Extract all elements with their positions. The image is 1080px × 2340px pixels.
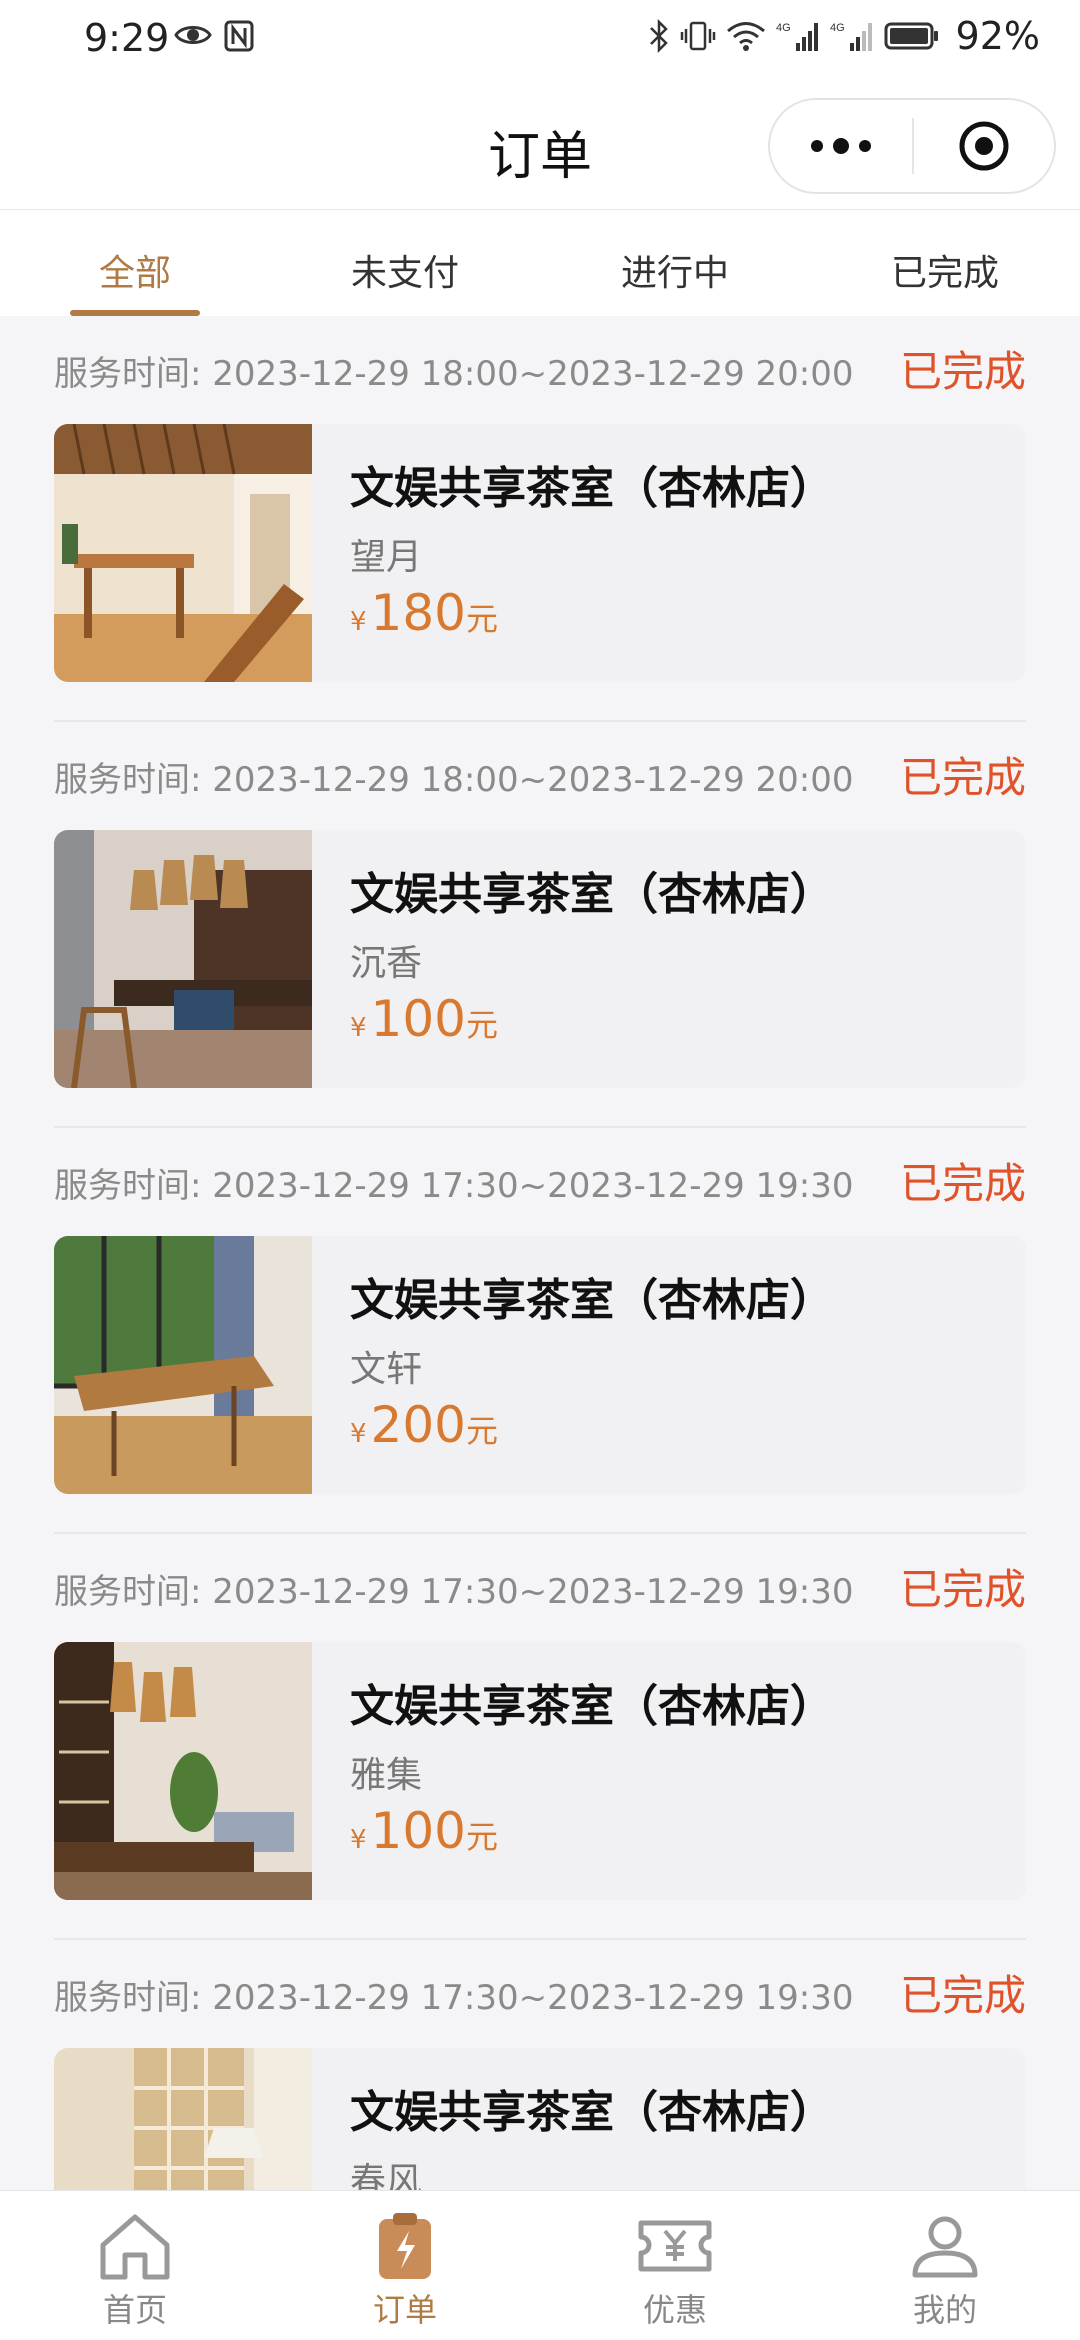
currency-symbol: ¥ [350, 1825, 367, 1855]
tab-label: 已完成 [890, 253, 999, 294]
room-name: 雅集 [350, 1755, 423, 1796]
service-time: 服务时间: 2023-12-29 17:30~2023-12-29 19:30 [54, 1166, 854, 1206]
order-card[interactable]: 文娱共享茶室（杏林店） 雅集 ¥ 100 元 [54, 1642, 1026, 1900]
room-photo [54, 1642, 312, 1900]
currency-symbol: ¥ [350, 1013, 367, 1043]
status-bar: 9:29 4G 4G 92% [0, 0, 1080, 84]
tab-unpaid[interactable]: 未支付 [270, 210, 540, 316]
status-time: 9:29 [84, 16, 170, 60]
tab-label: 未支付 [350, 253, 459, 294]
order-price: ¥ 180 元 [350, 584, 498, 642]
vibrate-icon [680, 21, 715, 51]
tabbar-item-orders[interactable]: 订单 [270, 2191, 540, 2340]
store-name: 文娱共享茶室（杏林店） [350, 869, 834, 920]
tabbar-item-coupons[interactable]: 优惠 [540, 2191, 810, 2340]
order-card[interactable]: 文娱共享茶室（杏林店） 文轩 ¥ 200 元 [54, 1236, 1026, 1494]
user-icon [912, 2216, 978, 2278]
room-name: 春风 [350, 2161, 423, 2190]
store-name: 文娱共享茶室（杏林店） [350, 463, 834, 514]
price-unit: 元 [465, 1412, 498, 1450]
battery-percent: 92% [955, 14, 1040, 58]
service-time: 服务时间: 2023-12-29 17:30~2023-12-29 19:30 [54, 1572, 854, 1612]
order-item[interactable]: 服务时间: 2023-12-29 18:00~2023-12-29 20:00 … [54, 722, 1026, 1128]
eye-icon [174, 26, 212, 44]
order-item[interactable]: 服务时间: 2023-12-29 17:30~2023-12-29 19:30 … [54, 1940, 1026, 2190]
order-clipboard-icon [379, 2213, 431, 2279]
service-time: 服务时间: 2023-12-29 18:00~2023-12-29 20:00 [54, 354, 854, 394]
room-name: 文轩 [350, 1349, 423, 1390]
store-name: 文娱共享茶室（杏林店） [350, 1275, 834, 1326]
tab-label: 进行中 [620, 253, 729, 294]
tabbar-label: 优惠 [642, 2291, 707, 2329]
order-filter-tabs: 全部 未支付 进行中 已完成 [0, 210, 1080, 316]
service-time: 服务时间: 2023-12-29 17:30~2023-12-29 19:30 [54, 1978, 854, 2018]
price-amount: 200 [370, 1396, 466, 1454]
room-photo [54, 424, 312, 682]
room-photo [54, 2048, 312, 2190]
bottom-tab-bar: 首页 订单 优惠 我的 [0, 2190, 1080, 2340]
bluetooth-icon [649, 19, 668, 53]
tab-label: 全部 [98, 253, 171, 294]
order-status: 已完成 [899, 1971, 1026, 2020]
order-price: ¥ 100 元 [350, 1802, 498, 1860]
signal-4g-icon: 4G [830, 22, 872, 51]
order-item[interactable]: 服务时间: 2023-12-29 18:00~2023-12-29 20:00 … [54, 316, 1026, 722]
tabbar-item-home[interactable]: 首页 [0, 2191, 270, 2340]
order-card[interactable]: 文娱共享茶室（杏林店） 沉香 ¥ 100 元 [54, 830, 1026, 1088]
home-icon [100, 2214, 170, 2280]
tab-all[interactable]: 全部 [0, 210, 270, 316]
tabbar-label: 我的 [912, 2291, 977, 2329]
order-card[interactable]: 文娱共享茶室（杏林店） 望月 ¥ 180 元 [54, 424, 1026, 682]
room-photo [54, 1236, 312, 1494]
order-status: 已完成 [899, 347, 1026, 396]
target-close-icon[interactable] [914, 100, 1054, 192]
order-price: ¥ 100 元 [350, 990, 498, 1048]
price-amount: 100 [370, 1802, 466, 1860]
svg-text:4G: 4G [830, 22, 845, 34]
price-unit: 元 [465, 1006, 498, 1044]
price-unit: 元 [465, 600, 498, 638]
more-dots-icon[interactable] [770, 100, 912, 192]
battery-icon [884, 22, 938, 50]
store-name: 文娱共享茶室（杏林店） [350, 2087, 834, 2138]
tab-in-progress[interactable]: 进行中 [540, 210, 810, 316]
nfc-icon [224, 20, 254, 52]
nav-bar: 订单 [0, 84, 1080, 210]
signal-4g-icon: 4G [776, 22, 818, 51]
svg-text:4G: 4G [776, 22, 791, 34]
price-amount: 100 [370, 990, 466, 1048]
tab-completed[interactable]: 已完成 [810, 210, 1080, 316]
coupon-yen-icon [638, 2220, 712, 2272]
order-status: 已完成 [899, 1565, 1026, 1614]
order-card[interactable]: 文娱共享茶室（杏林店） 春风 [54, 2048, 1026, 2190]
room-name: 望月 [350, 537, 423, 578]
order-price: ¥ 200 元 [350, 1396, 498, 1454]
currency-symbol: ¥ [350, 607, 367, 637]
room-photo [54, 830, 312, 1088]
price-amount: 180 [370, 584, 466, 642]
price-unit: 元 [465, 1818, 498, 1856]
order-status: 已完成 [899, 1159, 1026, 1208]
order-status: 已完成 [899, 753, 1026, 802]
tabbar-item-mine[interactable]: 我的 [810, 2191, 1080, 2340]
order-item[interactable]: 服务时间: 2023-12-29 17:30~2023-12-29 19:30 … [54, 1534, 1026, 1940]
order-list[interactable]: 服务时间: 2023-12-29 18:00~2023-12-29 20:00 … [0, 316, 1080, 2190]
currency-symbol: ¥ [350, 1419, 367, 1449]
wifi-icon [726, 22, 765, 51]
room-name: 沉香 [350, 943, 423, 984]
service-time: 服务时间: 2023-12-29 18:00~2023-12-29 20:00 [54, 760, 854, 800]
tabbar-label: 首页 [102, 2291, 167, 2329]
tabbar-label: 订单 [372, 2291, 437, 2329]
mini-program-capsule [768, 98, 1056, 194]
store-name: 文娱共享茶室（杏林店） [350, 1681, 834, 1732]
order-item[interactable]: 服务时间: 2023-12-29 17:30~2023-12-29 19:30 … [54, 1128, 1026, 1534]
